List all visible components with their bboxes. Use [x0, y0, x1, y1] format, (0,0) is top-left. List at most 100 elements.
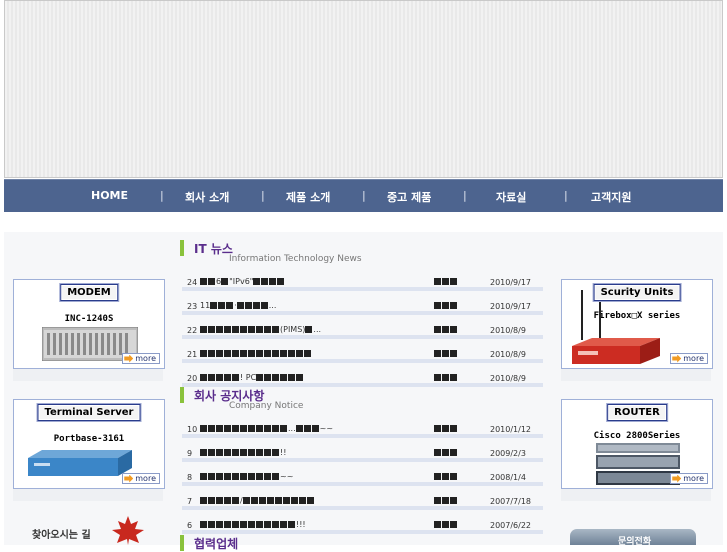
- hidden-glyph: [200, 326, 207, 333]
- card-shadow: [561, 489, 711, 501]
- board-row[interactable]: 6!!! 2007/6/22: [182, 515, 543, 535]
- hidden-glyph: [450, 374, 457, 381]
- hidden-glyph: [264, 425, 271, 432]
- hidden-glyph: [450, 425, 457, 432]
- arrow-icon: [124, 354, 134, 363]
- board-row[interactable]: 23 11 ·... 2010/9/17: [182, 296, 543, 316]
- hidden-glyph: [232, 326, 239, 333]
- row-subject[interactable]: ! PC: [200, 373, 304, 382]
- hidden-glyph: [264, 374, 272, 381]
- hidden-glyph: [280, 350, 287, 357]
- hidden-glyph: [269, 278, 277, 285]
- hidden-glyph: [200, 425, 207, 432]
- nav-separator: |: [463, 189, 467, 202]
- hidden-glyph: [232, 374, 239, 381]
- hidden-glyph: [240, 425, 247, 432]
- row-subject[interactable]: !!!: [200, 520, 306, 529]
- hidden-glyph: [272, 350, 279, 357]
- nav-used-products[interactable]: 중고 제품: [387, 189, 431, 205]
- hidden-glyph: [208, 350, 215, 357]
- hidden-glyph: [248, 350, 255, 357]
- hidden-glyph: [256, 425, 263, 432]
- row-subject-suffix: ~~: [280, 472, 294, 481]
- card-shadow: [561, 369, 711, 381]
- row-number: 6: [187, 521, 193, 530]
- nav-archive[interactable]: 자료실: [496, 189, 526, 205]
- hidden-glyph: [200, 497, 207, 504]
- hidden-glyph: [288, 374, 296, 381]
- row-date: 2010/9/17: [490, 278, 532, 287]
- hidden-glyph: [442, 278, 449, 285]
- row-number: 21: [187, 350, 198, 359]
- row-subject-text: ...: [288, 424, 296, 433]
- inquiry-phone-box[interactable]: 문의전화: [570, 529, 696, 547]
- hidden-glyph: [248, 326, 255, 333]
- board-row[interactable]: 22 (PIMS)... 2010/8/9: [182, 320, 543, 340]
- security-more-button[interactable]: more: [670, 353, 708, 364]
- nav-support[interactable]: 고객지원: [591, 189, 631, 205]
- board-row[interactable]: 10... ~~ 2010/1/12: [182, 419, 543, 439]
- hidden-glyph: [434, 473, 441, 480]
- security-units-card[interactable]: Scurity Units Firebox□X series more: [561, 279, 713, 369]
- hidden-glyph: [232, 425, 239, 432]
- hidden-glyph: [256, 350, 263, 357]
- hidden-glyph: [200, 449, 207, 456]
- hidden-glyph: [224, 425, 231, 432]
- modem-more-button[interactable]: more: [122, 353, 160, 364]
- hidden-glyph: [442, 302, 449, 309]
- router-more-button[interactable]: more: [670, 473, 708, 484]
- hidden-glyph: [216, 473, 223, 480]
- hidden-glyph: [264, 449, 271, 456]
- main-nav: HOME | 회사 소개 | 제품 소개 | 중고 제품 | 자료실 | 고객지…: [4, 179, 723, 212]
- row-subject[interactable]: (PIMS)...: [200, 325, 321, 334]
- terminal-server-card[interactable]: Terminal Server Portbase-3161 more: [13, 399, 165, 489]
- modem-card[interactable]: MODEM INC-1240S more: [13, 279, 165, 369]
- hidden-glyph: [232, 449, 239, 456]
- hidden-glyph: [224, 497, 231, 504]
- row-subject-suffix: !!!: [296, 520, 306, 529]
- it-news-title[interactable]: IT 뉴스: [194, 240, 233, 257]
- hidden-glyph: [442, 473, 449, 480]
- board-row[interactable]: 8 ~~ 2008/1/4: [182, 467, 543, 487]
- modem-label: MODEM: [60, 284, 118, 301]
- row-subject[interactable]: ~~: [200, 472, 293, 481]
- board-row[interactable]: 24 6 "IPv6" 2010/9/17: [182, 272, 543, 292]
- row-subject[interactable]: [200, 349, 312, 358]
- hidden-glyph: [434, 497, 441, 504]
- hidden-glyph: [216, 521, 223, 528]
- directions-link[interactable]: 찾아오시는 길: [32, 526, 91, 541]
- row-number: 8: [187, 473, 193, 482]
- row-number: 7: [187, 497, 193, 506]
- hidden-glyph: [208, 278, 215, 285]
- hidden-glyph: [240, 473, 247, 480]
- board-row[interactable]: 20 ! PC 2010/8/9: [182, 368, 543, 388]
- board-row[interactable]: 9!! 2009/2/3: [182, 443, 543, 463]
- board-row[interactable]: 7 / 2007/7/18: [182, 491, 543, 511]
- board-row[interactable]: 21 2010/8/9: [182, 344, 543, 364]
- section-bar: [180, 535, 184, 551]
- more-label: more: [683, 354, 704, 363]
- nav-home[interactable]: HOME: [91, 189, 128, 202]
- hidden-glyph: [288, 521, 295, 528]
- hidden-glyph: [248, 449, 255, 456]
- more-label: more: [683, 474, 704, 483]
- hidden-glyph: [250, 497, 258, 504]
- router-card[interactable]: ROUTER Cisco 2800Series more: [561, 399, 713, 489]
- hidden-glyph: [450, 497, 457, 504]
- row-subject-suffix: ...: [268, 301, 277, 310]
- hidden-glyph: [256, 374, 264, 381]
- nav-products[interactable]: 제품 소개: [286, 189, 330, 205]
- hidden-glyph: [272, 425, 279, 432]
- row-subject[interactable]: 6 "IPv6": [200, 277, 285, 286]
- row-subject[interactable]: 11 ·...: [200, 301, 276, 310]
- hidden-glyph: [256, 326, 263, 333]
- hidden-glyph: [434, 302, 441, 309]
- hidden-glyph: [450, 473, 457, 480]
- hidden-glyph: [272, 473, 279, 480]
- row-subject[interactable]: /: [200, 496, 315, 505]
- terminal-more-button[interactable]: more: [122, 473, 160, 484]
- row-author: [434, 301, 458, 310]
- nav-company[interactable]: 회사 소개: [185, 189, 229, 205]
- row-subject[interactable]: !!: [200, 448, 286, 457]
- row-subject[interactable]: ... ~~: [200, 424, 333, 433]
